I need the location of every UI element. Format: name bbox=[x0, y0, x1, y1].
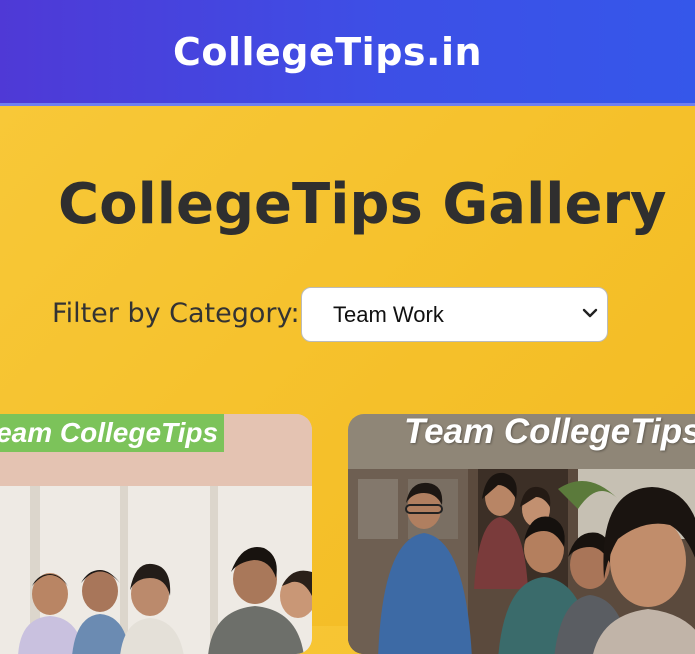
team-photo bbox=[0, 486, 312, 654]
category-select-value: Team Work bbox=[333, 302, 444, 327]
filter-label: Filter by Category: bbox=[52, 298, 300, 329]
site-header: CollegeTips.in bbox=[0, 0, 695, 106]
team-photo bbox=[348, 469, 695, 654]
gallery-card[interactable]: Team CollegeTips bbox=[348, 414, 695, 654]
card-caption: Team CollegeTips bbox=[404, 414, 695, 451]
page-title: CollegeTips Gallery bbox=[58, 172, 667, 237]
card-caption: Team CollegeTips bbox=[0, 414, 225, 452]
gallery-card[interactable]: Team CollegeTips bbox=[0, 414, 312, 654]
category-select[interactable]: Team Work bbox=[301, 287, 608, 342]
site-title[interactable]: CollegeTips.in bbox=[0, 30, 655, 74]
chevron-down-icon bbox=[582, 308, 598, 318]
